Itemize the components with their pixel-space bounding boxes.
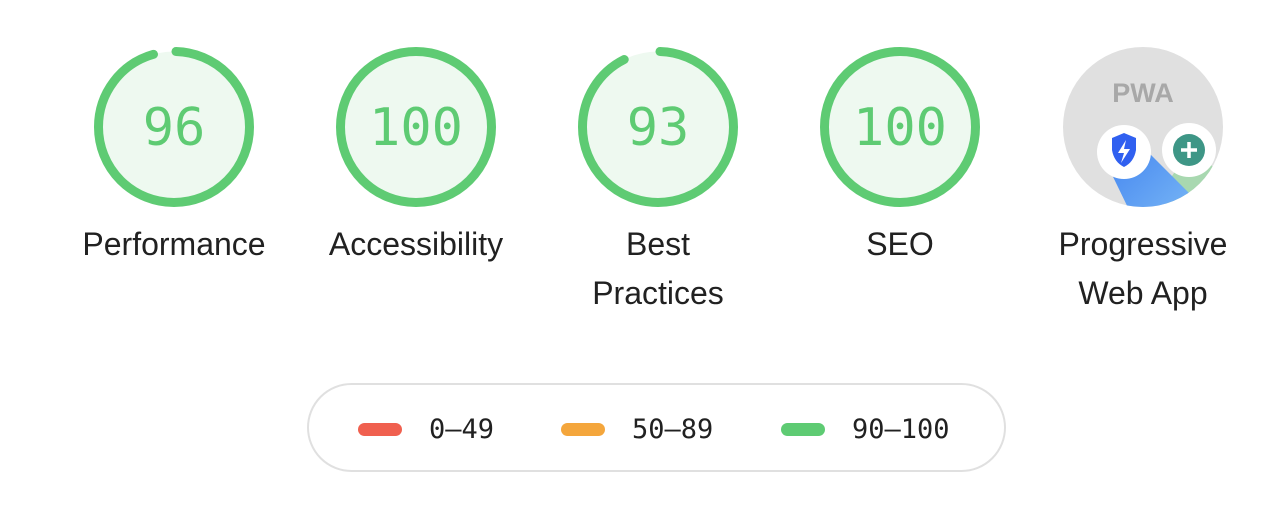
legend-item-fail: 0–49 [358,385,494,474]
gauge-score: 93 [627,98,690,158]
gauge-label: Progressive Web App [1058,226,1228,311]
legend-label: 50–89 [632,414,714,445]
legend-swatch [358,423,402,436]
gauge-pwa[interactable]: PWA Progressive Web App [1022,46,1264,318]
gauge-score: 100 [853,98,947,158]
gauge-accessibility[interactable]: 100 Accessibility [295,46,537,269]
legend-item-average: 50–89 [561,385,713,474]
gauge-label: SEO [866,226,934,262]
gauge-score: 96 [143,98,206,158]
gauge-label: Best Practices [592,226,724,311]
legend-label: 90–100 [852,414,950,445]
legend-swatch [781,423,825,436]
gauge-performance[interactable]: 96 Performance [53,46,295,269]
score-gauge: 96 [94,47,254,207]
score-legend: 0–49 50–89 90–100 [307,383,1006,472]
pwa-badge-icon: PWA [1063,47,1223,207]
legend-item-pass: 90–100 [781,385,950,474]
score-gauge: 100 [820,47,980,207]
gauge-label: Performance [82,226,266,262]
gauge-seo[interactable]: 100 SEO [779,46,1021,269]
legend-label: 0–49 [429,414,495,445]
gauge-score: 100 [369,98,463,158]
score-gauge: 93 [578,47,738,207]
svg-text:PWA: PWA [1112,78,1174,108]
gauge-label: Accessibility [328,226,504,262]
score-gauge: 100 [336,47,496,207]
gauge-best-practices[interactable]: 93 Best Practices [537,46,779,318]
legend-swatch [561,423,605,436]
